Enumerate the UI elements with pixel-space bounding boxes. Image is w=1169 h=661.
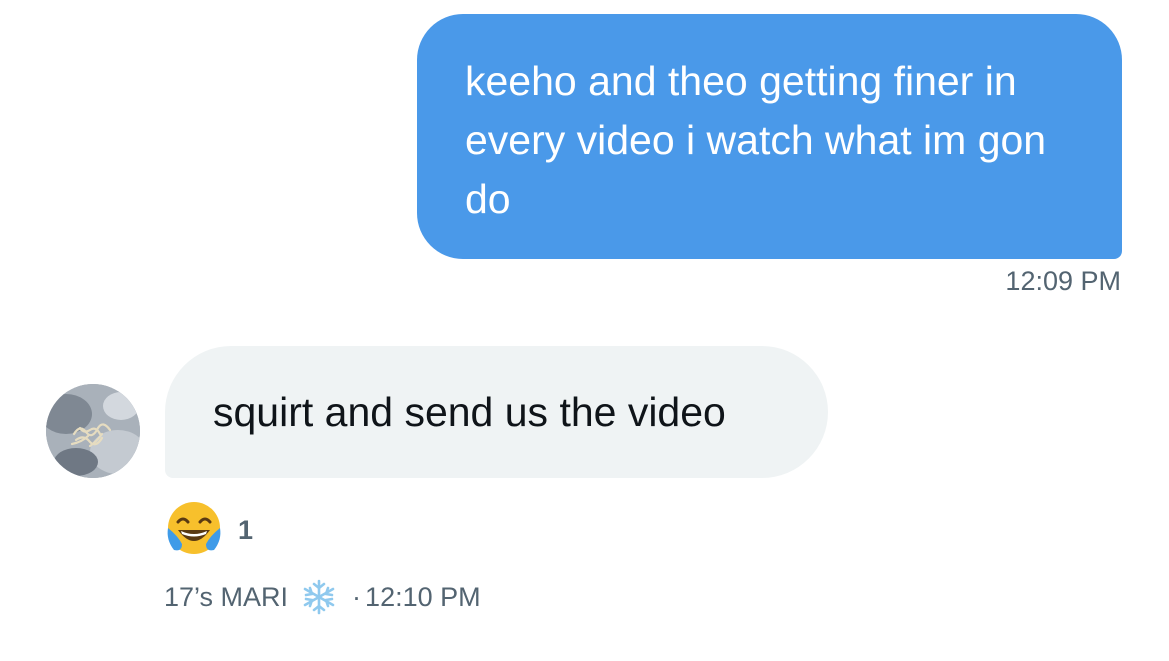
avatar[interactable] bbox=[46, 384, 140, 478]
reaction-count: 1 bbox=[238, 515, 254, 545]
reaction-badge[interactable]: 1 bbox=[164, 498, 253, 563]
sent-message-bubble[interactable]: keeho and theo getting finer in every vi… bbox=[417, 14, 1122, 259]
avatar-image bbox=[46, 384, 140, 478]
face-with-tears-of-joy-icon bbox=[164, 498, 224, 563]
snowflake-icon bbox=[300, 578, 338, 616]
received-message-timestamp: 12:10 PM bbox=[365, 581, 481, 612]
meta-separator: · bbox=[352, 581, 362, 612]
received-message-text: squirt and send us the video bbox=[213, 388, 726, 435]
sender-name[interactable]: 17’s MARI bbox=[164, 582, 288, 613]
message-meta: 17’s MARI · 12:10 PM bbox=[164, 578, 481, 616]
sent-message-text: keeho and theo getting finer in every vi… bbox=[465, 58, 1047, 222]
received-message-bubble[interactable]: squirt and send us the video bbox=[165, 346, 828, 478]
sent-message-timestamp: 12:09 PM bbox=[1005, 266, 1121, 296]
